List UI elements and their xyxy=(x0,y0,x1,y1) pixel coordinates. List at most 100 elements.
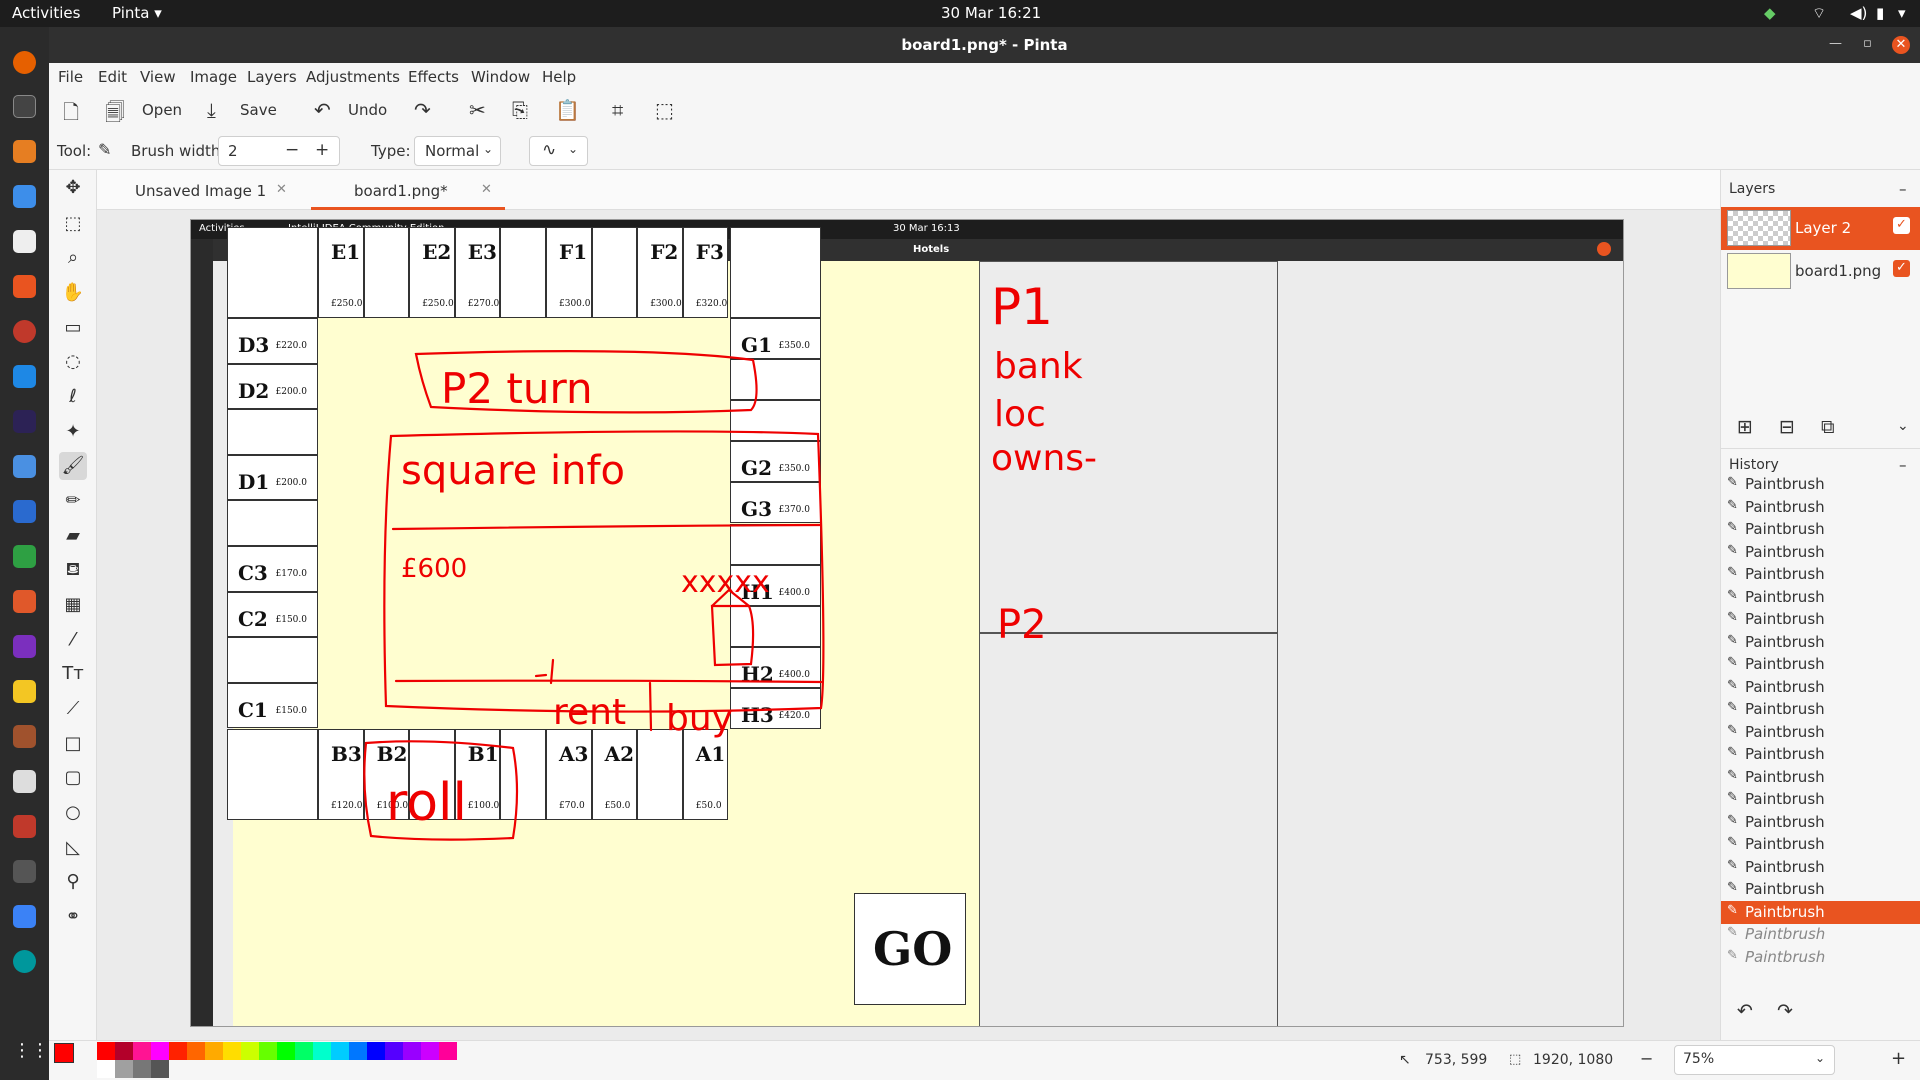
firefox-icon[interactable] xyxy=(13,51,36,74)
menu-edit[interactable]: Edit xyxy=(98,68,127,86)
layer-item-board1[interactable]: board1.png ✓ xyxy=(1721,250,1920,293)
app-menu[interactable]: Pinta ▾ xyxy=(112,4,162,22)
layer-item-layer2[interactable]: Layer 2 ✓ xyxy=(1721,207,1920,250)
drive-icon[interactable] xyxy=(13,770,36,793)
menu-help[interactable]: Help xyxy=(542,68,576,86)
delete-layer-icon[interactable]: ⊟ xyxy=(1779,416,1795,438)
pencil-icon[interactable]: ✏ xyxy=(59,487,87,515)
palette-swatch[interactable] xyxy=(223,1042,241,1060)
clock[interactable]: 30 Mar 16:21 xyxy=(941,4,1041,22)
palette-swatch[interactable] xyxy=(133,1060,151,1078)
ruby-icon[interactable] xyxy=(13,320,36,343)
gradient-icon[interactable]: ▦ xyxy=(59,591,87,619)
ellipse-icon[interactable]: ○ xyxy=(59,799,87,827)
brush-width-field[interactable]: 2 − + xyxy=(218,136,340,166)
volume-icon[interactable]: ◀) xyxy=(1850,4,1867,22)
palette-swatch[interactable] xyxy=(367,1042,385,1060)
history-item[interactable]: ✎ Paintbrush xyxy=(1721,698,1920,721)
history-item[interactable]: ✎ Paintbrush xyxy=(1721,496,1920,519)
freeform-shape-icon[interactable]: ◺ xyxy=(59,834,87,862)
menu-adjustments[interactable]: Adjustments xyxy=(306,68,400,86)
clone-stamp-icon[interactable]: ⚲ xyxy=(59,868,87,896)
close-tab-icon[interactable]: ✕ xyxy=(276,182,287,197)
cut-icon[interactable]: ✂ xyxy=(469,98,486,122)
menu-effects[interactable]: Effects xyxy=(408,68,459,86)
recolor-icon[interactable]: ⚭ xyxy=(59,903,87,931)
primary-color-swatch[interactable] xyxy=(54,1043,74,1063)
history-item[interactable]: ✎ Paintbrush xyxy=(1721,743,1920,766)
menu-view[interactable]: View xyxy=(140,68,176,86)
writer-icon[interactable] xyxy=(13,500,36,523)
history-item[interactable]: ✎ Paintbrush xyxy=(1721,766,1920,789)
history-redo-icon[interactable]: ↷ xyxy=(1777,1000,1793,1022)
vscode-icon[interactable] xyxy=(13,365,36,388)
layer-visible-checkbox[interactable]: ✓ xyxy=(1893,217,1910,234)
tab-unsaved-image[interactable]: Unsaved Image 1 xyxy=(135,182,266,200)
zoom-out-icon[interactable]: − xyxy=(1640,1049,1653,1068)
move-selection-icon[interactable]: ⬚ xyxy=(59,210,87,238)
palette-swatch[interactable] xyxy=(151,1060,169,1078)
collapse-layers-icon[interactable]: – xyxy=(1899,180,1907,198)
tab-board1[interactable]: board1.png* xyxy=(354,182,448,200)
new-file-icon[interactable]: 🗋 xyxy=(63,98,79,132)
text-icon[interactable]: Tт xyxy=(59,660,87,688)
library-icon[interactable] xyxy=(13,725,36,748)
lasso-icon[interactable]: ℓ xyxy=(59,383,87,411)
palette-swatch[interactable] xyxy=(277,1042,295,1060)
history-item[interactable]: ✎ Paintbrush xyxy=(1721,541,1920,564)
canvas-image[interactable]: Activities IntelliJ IDEA Community Editi… xyxy=(190,219,1624,1027)
copy-icon[interactable]: ⎘ xyxy=(512,98,528,122)
wifi-icon[interactable]: ⌔ xyxy=(1812,4,1826,23)
open-icon[interactable]: 🗐 xyxy=(105,98,125,132)
battery-icon[interactable]: ▮ xyxy=(1876,4,1884,22)
close-tab-icon[interactable]: ✕ xyxy=(481,182,492,197)
unity-icon[interactable] xyxy=(13,860,36,883)
menu-image[interactable]: Image xyxy=(190,68,237,86)
palette-swatch[interactable] xyxy=(421,1042,439,1060)
close-icon[interactable]: ✕ xyxy=(1892,36,1910,54)
history-item[interactable]: ✎ Paintbrush xyxy=(1721,631,1920,654)
open-button[interactable]: Open xyxy=(142,101,182,119)
history-item[interactable]: ✎ Paintbrush xyxy=(1721,586,1920,609)
add-layer-icon[interactable]: ⊞ xyxy=(1737,416,1753,438)
show-apps-icon[interactable]: ⋮⋮ xyxy=(13,1040,49,1063)
notes-icon[interactable] xyxy=(13,455,36,478)
intellij-icon[interactable] xyxy=(13,635,36,658)
palette-swatch[interactable] xyxy=(115,1042,133,1060)
increase-icon[interactable]: + xyxy=(315,140,329,160)
save-icon[interactable]: ⤓ xyxy=(207,98,216,122)
document-viewer-icon[interactable] xyxy=(13,185,36,208)
paint-bucket-icon[interactable]: ⛾ xyxy=(59,556,87,584)
palette-swatch[interactable] xyxy=(97,1042,115,1060)
palette-swatch[interactable] xyxy=(115,1060,133,1078)
layer-menu-chevron-icon[interactable]: ⌄ xyxy=(1897,418,1909,434)
terminal-icon[interactable] xyxy=(13,95,36,118)
system-menu-arrow-icon[interactable]: ▾ xyxy=(1898,4,1906,22)
palette-swatch[interactable] xyxy=(169,1042,187,1060)
menu-layers[interactable]: Layers xyxy=(247,68,297,86)
layers-app-icon[interactable] xyxy=(13,140,36,163)
rectangle-icon[interactable]: □ xyxy=(59,730,87,758)
history-item[interactable]: ✎ Paintbrush xyxy=(1721,878,1920,901)
palette-swatch[interactable] xyxy=(151,1042,169,1060)
history-item[interactable]: ✎ Paintbrush xyxy=(1721,811,1920,834)
paste-icon[interactable]: 📋 xyxy=(555,98,580,122)
palette-swatch[interactable] xyxy=(97,1060,115,1078)
magic-wand-icon[interactable]: ✦ xyxy=(59,418,87,446)
palette-swatch[interactable] xyxy=(259,1042,277,1060)
antialias-select[interactable]: ∿ ⌄ xyxy=(529,136,588,166)
palette-swatch[interactable] xyxy=(133,1042,151,1060)
collapse-history-icon[interactable]: – xyxy=(1899,456,1907,474)
palette-swatch[interactable] xyxy=(403,1042,421,1060)
history-item[interactable]: ✎ Paintbrush xyxy=(1721,676,1920,699)
color-picker-icon[interactable]: ⁄ xyxy=(59,626,87,654)
filezilla-icon[interactable] xyxy=(13,815,36,838)
maximize-icon[interactable]: ▫ xyxy=(1863,36,1872,51)
palette-swatch[interactable] xyxy=(313,1042,331,1060)
package-icon[interactable] xyxy=(13,680,36,703)
palette-swatch[interactable] xyxy=(385,1042,403,1060)
type-select[interactable]: Normal ⌄ xyxy=(414,136,501,166)
undo-icon[interactable]: ↶ xyxy=(314,98,331,122)
history-item[interactable]: ✎ Paintbrush xyxy=(1721,900,1920,924)
minimize-icon[interactable]: — xyxy=(1829,36,1842,51)
